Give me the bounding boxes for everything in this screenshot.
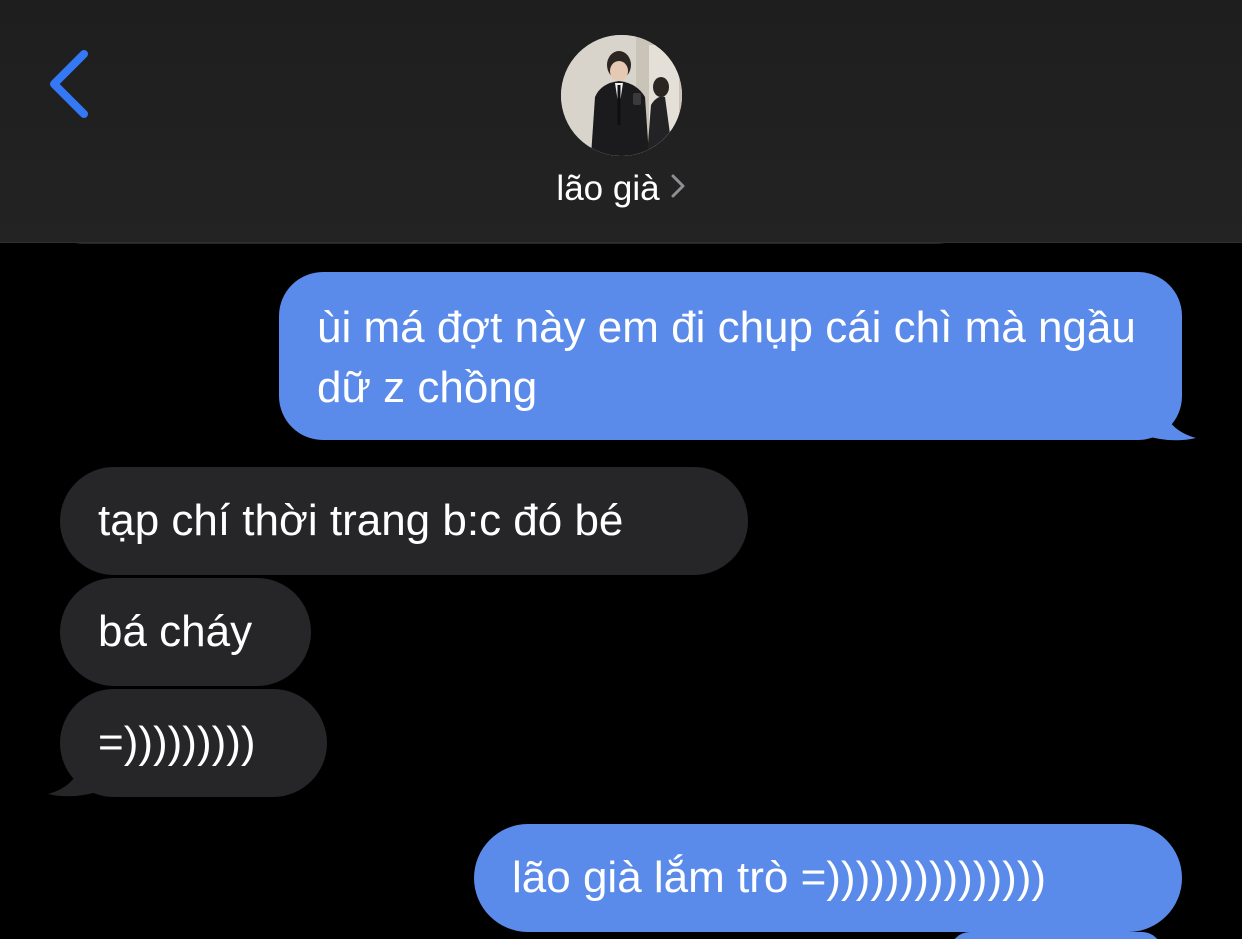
chevron-left-icon xyxy=(50,50,88,118)
avatar-photo xyxy=(561,35,682,156)
message-bubble-received[interactable]: bá cháy xyxy=(60,578,311,686)
message-bubble-received[interactable]: tạp chí thời trang b:c đó bé xyxy=(60,467,748,575)
message-text: =))))))))) xyxy=(98,718,256,767)
messages-screen: lão già ùi má đợt này em đi chụp cái chì… xyxy=(0,0,1242,939)
message-text: tạp chí thời trang b:c đó bé xyxy=(98,496,624,545)
message-text: ùi má đợt này em đi chụp cái chì mà ngầu… xyxy=(317,303,1136,412)
chevron-right-icon xyxy=(670,165,686,211)
message-bubble-sent[interactable]: ùi má đợt này em đi chụp cái chì mà ngầu… xyxy=(279,272,1182,440)
message-bubble-sent[interactable]: lão già lắm trò =))))))))))))))) xyxy=(474,824,1182,932)
conversation-header: lão già xyxy=(0,0,1242,243)
contact-avatar[interactable] xyxy=(561,35,682,156)
message-bubble-received[interactable]: =))))))))) xyxy=(60,689,327,797)
message-text: lão già lắm trò =))))))))))))))) xyxy=(512,853,1047,902)
next-message-bubble xyxy=(950,932,1162,939)
message-text: bá cháy xyxy=(98,607,253,656)
back-button[interactable] xyxy=(40,44,100,124)
contact-name: lão già xyxy=(556,169,660,208)
contact-name-button[interactable]: lão già xyxy=(0,166,1242,212)
